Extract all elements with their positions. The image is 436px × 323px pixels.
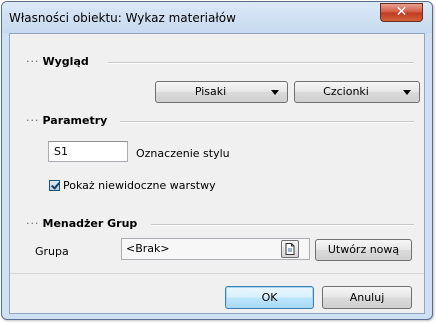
create-new-group-button[interactable]: Utwórz nową [315,239,412,261]
style-code-label: Oznaczenie stylu [136,147,230,160]
show-hidden-layers-label[interactable]: Pokaż niewidoczne warstwy [63,179,216,192]
window-title: Własności obiektu: Wykaz materiałów [9,11,236,25]
close-button[interactable]: ✕ [380,3,423,22]
section-dots: ··· [26,114,40,127]
browse-group-button[interactable] [281,240,299,258]
section-parameters-heading: ··· Parametry [26,114,107,128]
chevron-down-icon [271,90,279,95]
ok-button[interactable]: OK [225,286,314,309]
section-appearance-heading: ··· Wygląd [26,55,89,69]
section-divider [151,224,414,226]
dialog-body: ··· Wygląd Pisaki Czcionki ··· Parametry S… [9,33,425,314]
footer-divider [10,273,424,274]
section-dots: ··· [26,55,40,68]
style-code-input[interactable]: S1 [48,141,128,162]
close-icon: ✕ [395,4,408,20]
pens-dropdown-button[interactable]: Pisaki [155,81,288,103]
pens-label: Pisaki [194,85,227,98]
document-icon [285,243,295,255]
fonts-dropdown-button[interactable]: Czcionki [294,81,420,103]
title-bar[interactable]: Własności obiektu: Wykaz materiałów ✕ [2,2,432,33]
section-group-manager-heading: ··· Menadżer Grup [26,217,137,231]
group-value: <Brak> [126,242,170,255]
section-group-manager-title: Menadżer Grup [42,217,138,230]
section-divider [120,121,414,123]
section-dots: ··· [26,217,40,230]
show-hidden-layers-checkbox[interactable] [49,180,60,191]
chevron-down-icon [403,90,411,95]
section-divider [108,62,414,64]
properties-dialog: Własności obiektu: Wykaz materiałów ✕ ··… [1,1,433,320]
cancel-button[interactable]: Anuluj [322,286,412,309]
group-label: Grupa [35,245,69,258]
section-appearance-title: Wygląd [42,55,89,68]
fonts-label: Czcionki [323,85,369,98]
section-parameters-title: Parametry [42,114,108,127]
